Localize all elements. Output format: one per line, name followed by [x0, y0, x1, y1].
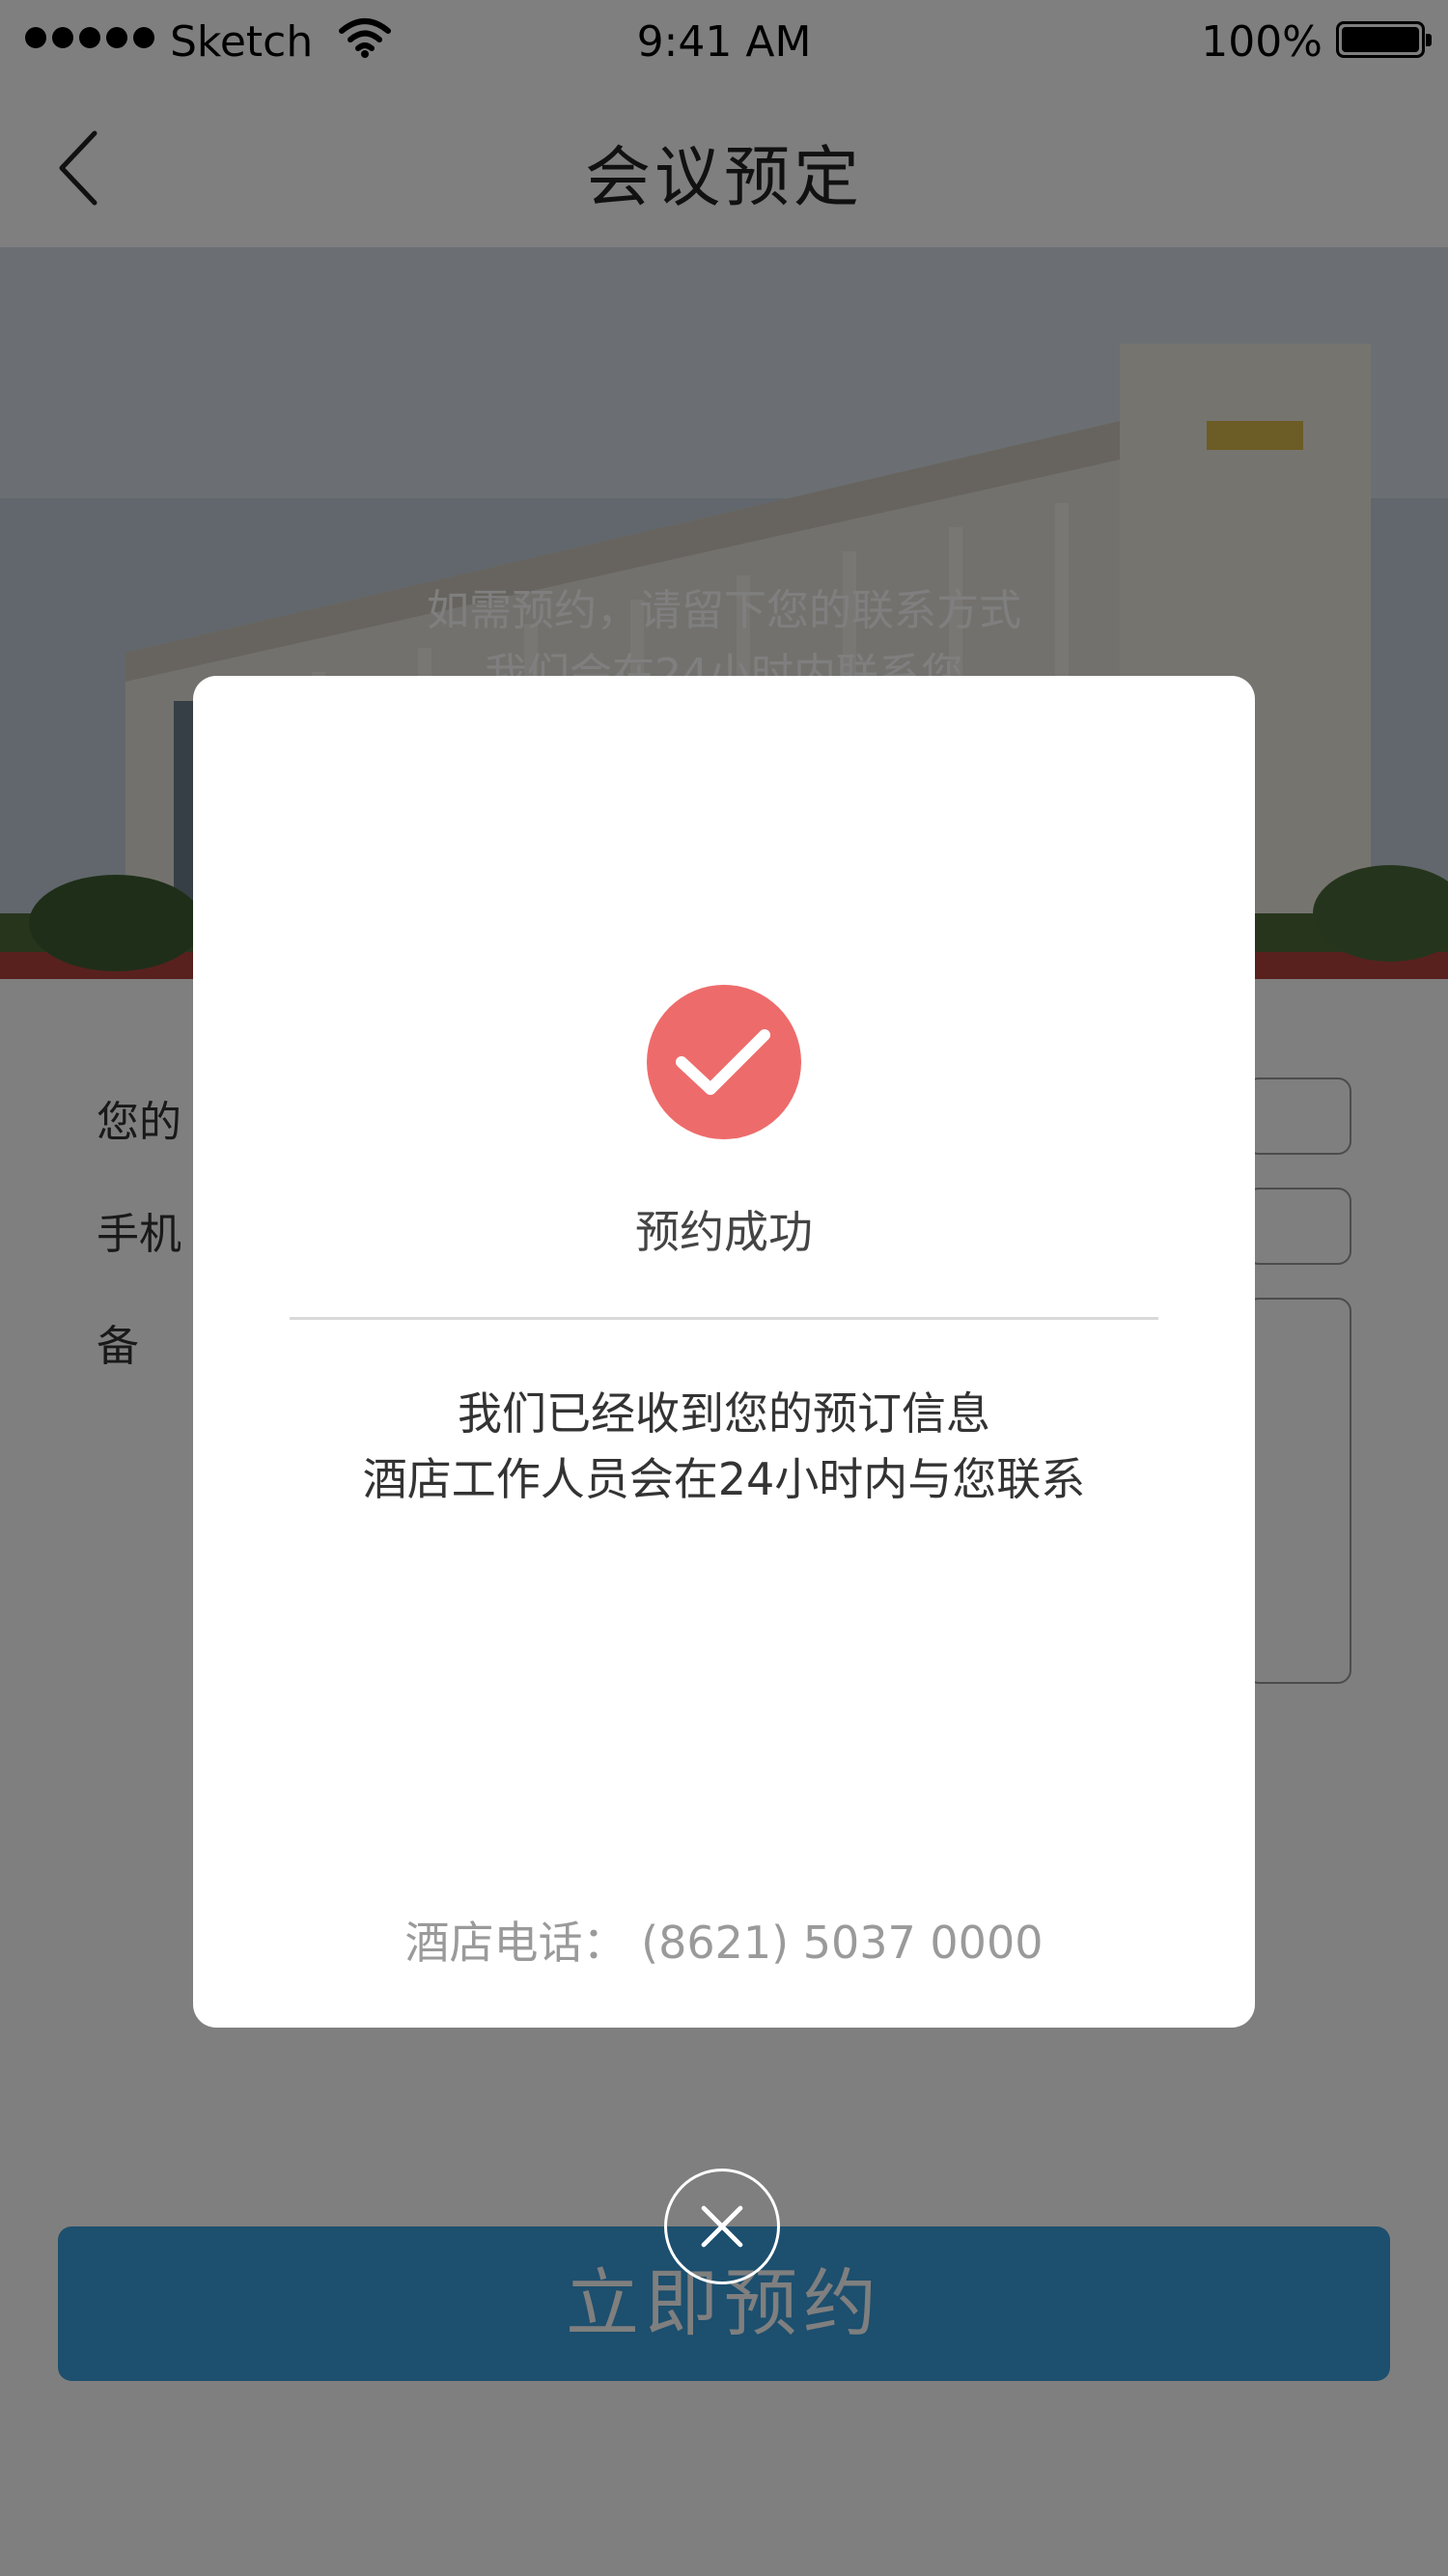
success-dialog: 预约成功 我们已经收到您的预订信息 酒店工作人员会在24小时内与您联系 酒店电话…: [193, 676, 1255, 2028]
success-title: 预约成功: [635, 1206, 813, 1258]
success-message: 我们已经收到您的预订信息 酒店工作人员会在24小时内与您联系: [193, 1381, 1255, 1512]
hotel-phone-label: 酒店电话：: [404, 1917, 627, 1969]
hotel-phone: 酒店电话： (8621) 5037 0000: [193, 1908, 1255, 1972]
success-message-line1: 我们已经收到您的预订信息: [458, 1387, 990, 1440]
hotel-phone-number[interactable]: (8621) 5037 0000: [641, 1917, 1043, 1969]
success-message-line2: 酒店工作人员会在24小时内与您联系: [362, 1453, 1086, 1505]
close-icon[interactable]: [664, 2169, 780, 2284]
divider: [290, 1317, 1158, 1320]
check-circle-icon: [647, 985, 801, 1139]
